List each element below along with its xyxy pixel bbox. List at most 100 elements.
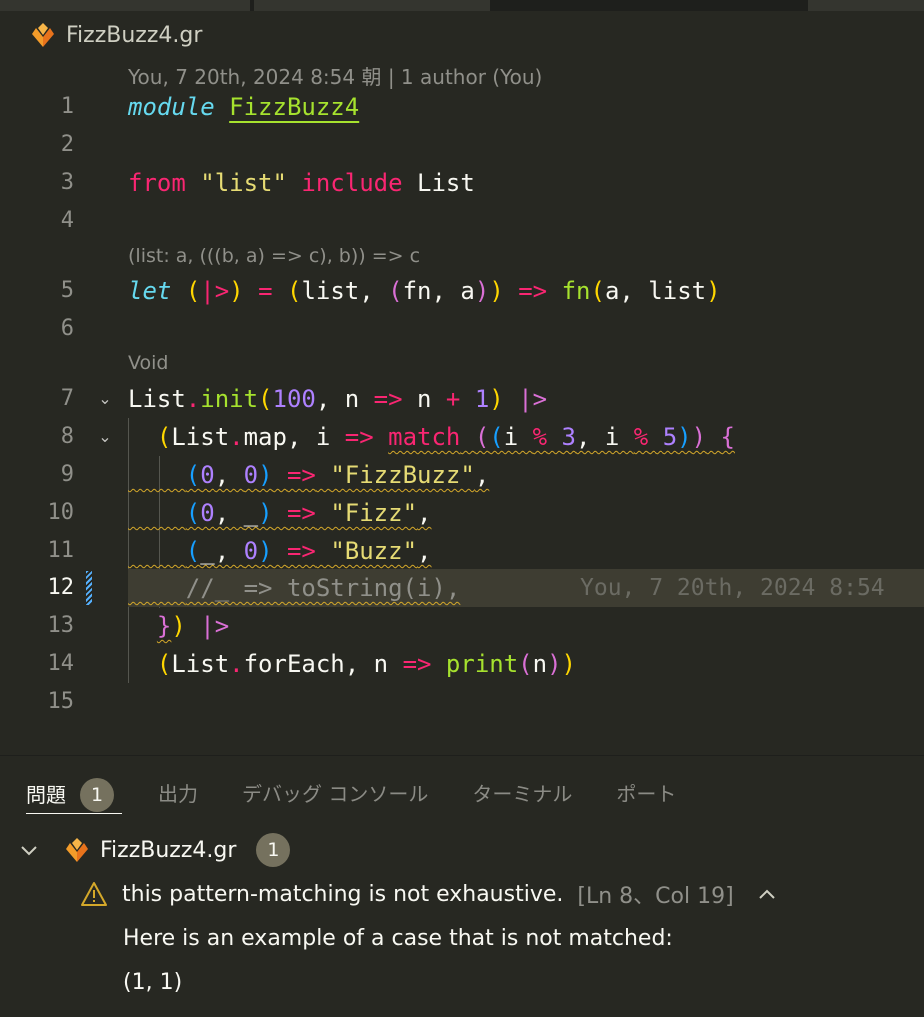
token: ) [691, 423, 707, 451]
problem-file-group[interactable]: FizzBuzz4.gr 1 [18, 832, 291, 868]
code-line[interactable]: 5 let (|>) = (list, (fn, a)) => fn(a, li… [0, 272, 924, 310]
grain-logo-icon [32, 23, 54, 47]
tab-terminal[interactable]: ターミナル [472, 776, 572, 814]
token: module [128, 93, 215, 121]
token: a [604, 277, 620, 305]
token: => [518, 277, 548, 305]
token: List [171, 423, 230, 451]
editor-tab-strip [0, 0, 924, 11]
token: 0 [243, 537, 259, 565]
token: . [229, 423, 244, 451]
chevron-down-icon[interactable]: ⌄ [94, 418, 116, 456]
problem-count-badge: 1 [80, 777, 114, 812]
token: i [503, 423, 533, 451]
chevron-down-icon[interactable]: ⌄ [94, 380, 116, 418]
code-line[interactable]: 9 (0, 0) => "FizzBuzz", [0, 456, 924, 494]
token: n [532, 650, 548, 678]
code-line-current[interactable]: 12 //_ => toString(i), You, 7 20th, 2024… [0, 569, 924, 607]
code-line[interactable]: 14 (List.forEach, n => print(n)) [0, 645, 924, 683]
code-line[interactable]: 15 [0, 683, 924, 721]
tab-output[interactable]: 出力 [158, 776, 198, 814]
line-number: 13 [47, 613, 75, 638]
editor-tab[interactable] [0, 0, 250, 11]
token: % [633, 423, 649, 451]
token: ( [518, 650, 533, 678]
breadcrumb-file[interactable]: FizzBuzz4.gr [66, 23, 202, 48]
tab-debug-console[interactable]: デバッグ コンソール [242, 776, 428, 814]
blame-header[interactable]: You, 7 20th, 2024 8:54 朝 | 1 author (You… [128, 61, 542, 90]
problem-item[interactable]: this pattern-matching is not exhaustive.… [80, 876, 778, 912]
code-line[interactable]: 7 ⌄ List.init(100, n => n + 1) |> [0, 380, 924, 418]
code-line[interactable]: 1 module FizzBuzz4 [0, 88, 924, 126]
token: => [344, 423, 374, 451]
tab-ports[interactable]: ポート [616, 776, 676, 814]
inlay-type-hint: Void [128, 352, 169, 374]
token: , i [286, 423, 345, 451]
token: ) [474, 277, 490, 305]
line-number: 7 [60, 386, 74, 411]
token: . [229, 650, 244, 678]
token: //_ => toString(i), [185, 574, 461, 602]
token: _ [200, 537, 215, 565]
code-line[interactable]: 6 [0, 310, 924, 348]
line-number: 14 [47, 651, 75, 676]
problems-panel: 問題 1 出力 デバッグ コンソール ターミナル ポート FizzBuzz4.g… [0, 755, 924, 1017]
token: |> [518, 385, 548, 413]
token: 0 [243, 461, 259, 489]
token: List [128, 385, 186, 413]
token: ) [489, 385, 504, 413]
panel-tabs: 問題 1 出力 デバッグ コンソール ターミナル ポート [26, 776, 720, 814]
token: ) [229, 277, 244, 305]
line-number: 4 [60, 208, 74, 233]
code-line[interactable]: 3 from "list" include List [0, 164, 924, 202]
code-line[interactable]: 2 [0, 126, 924, 164]
token: forEach [243, 650, 345, 678]
token: "FizzBuzz" [330, 461, 475, 489]
token: a [460, 277, 475, 305]
token: _ [243, 499, 259, 527]
chevron-down-icon[interactable] [18, 839, 40, 861]
tab-problems[interactable]: 問題 1 [26, 776, 122, 814]
token: => [286, 461, 316, 489]
token: ( [286, 277, 302, 305]
code-line[interactable]: 13 }) |> [0, 607, 924, 645]
token: from [128, 169, 186, 197]
chevron-up-icon[interactable] [756, 883, 778, 905]
code-line[interactable]: 8 ⌄ (List.map, i => match ((i % 3, i % 5… [0, 418, 924, 456]
code-line[interactable]: 11 (_, 0) => "Buzz", [0, 532, 924, 570]
line-number: 8 [60, 424, 74, 449]
editor-tab[interactable] [808, 0, 924, 11]
code-line[interactable]: 10 (0, _) => "Fizz", [0, 494, 924, 532]
token: fn [402, 277, 432, 305]
problem-file-count-badge: 1 [256, 833, 291, 867]
token: , n [344, 650, 403, 678]
code-line[interactable]: 4 [0, 202, 924, 240]
token: ) [677, 423, 692, 451]
token: 1 [474, 385, 490, 413]
code-editor[interactable]: You, 7 20th, 2024 8:54 朝 | 1 author (You… [0, 55, 924, 735]
breadcrumb[interactable]: FizzBuzz4.gr [30, 20, 202, 50]
token: ) [489, 277, 504, 305]
token: => [373, 385, 403, 413]
editor-tab[interactable] [254, 0, 490, 11]
token: ) [706, 277, 721, 305]
token: include [301, 169, 403, 197]
inline-blame[interactable]: You, 7 20th, 2024 8:54 [580, 569, 885, 607]
token: ) [258, 499, 273, 527]
problem-message: this pattern-matching is not exhaustive. [122, 881, 564, 907]
token: 0 [200, 499, 215, 527]
token: "list" [200, 169, 287, 197]
token: List [171, 650, 230, 678]
token: n [402, 385, 446, 413]
token: List [417, 169, 475, 197]
token: , [214, 461, 244, 489]
